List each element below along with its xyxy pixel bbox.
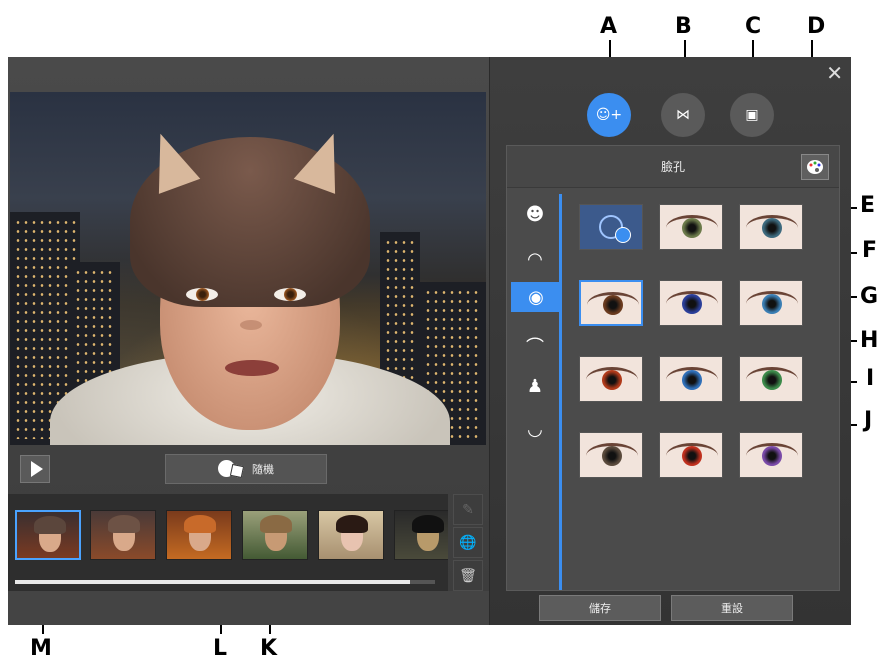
globe-download-icon (599, 215, 631, 243)
left-bottom-bar (8, 591, 489, 625)
eye-option[interactable] (739, 356, 803, 402)
eye-option[interactable] (659, 432, 723, 478)
avatar-preview[interactable] (10, 92, 486, 445)
eye-option[interactable] (739, 280, 803, 326)
avatar-eye-left (186, 288, 218, 301)
filmstrip-scrollbar-thumb[interactable] (15, 580, 410, 584)
eye-option[interactable] (659, 204, 723, 250)
filmstrip-thumb[interactable] (394, 510, 448, 560)
callout-k: K (260, 636, 278, 660)
eye-option[interactable] (659, 356, 723, 402)
face-editor-window: 隨機 ✎ 🌐 🗑 ✕ ☺+ ⋈ ▣ 臉孔 ☻ ◠ ◉ ⌒ ♟ ◡ 儲存 重設 (8, 57, 851, 625)
callout-d: D (807, 14, 826, 39)
callout-e: E (860, 193, 876, 218)
face-add-icon[interactable]: ☺+ (587, 93, 631, 137)
category-divider (559, 194, 562, 590)
filmstrip-thumb[interactable] (90, 510, 156, 560)
close-icon[interactable]: ✕ (826, 61, 843, 85)
face-panel: 臉孔 ☻ ◠ ◉ ⌒ ♟ ◡ (506, 145, 840, 591)
save-button[interactable]: 儲存 (539, 595, 661, 621)
filmstrip-tools: ✎ 🌐 🗑 (453, 494, 483, 591)
download-more-button[interactable] (579, 204, 643, 250)
callout-i: I (866, 366, 875, 391)
eye-option[interactable] (579, 432, 643, 478)
avatar-eye-right (274, 288, 306, 301)
random-dice-icon (218, 460, 245, 479)
iris (682, 218, 702, 238)
eye-option[interactable] (579, 280, 643, 326)
globe-upload-icon[interactable]: 🌐 (453, 527, 483, 558)
callout-h: H (860, 328, 879, 353)
iris (682, 294, 702, 314)
callout-j: J (864, 408, 873, 433)
face-icon[interactable]: ☻ (519, 199, 551, 229)
eyebrow-icon[interactable]: ⌒ (519, 331, 551, 361)
eye-option[interactable] (659, 280, 723, 326)
play-button[interactable] (20, 455, 50, 483)
filmstrip-thumb[interactable] (15, 510, 81, 560)
nose-icon[interactable]: ♟ (519, 371, 551, 401)
callout-m: M (30, 636, 52, 660)
iris (762, 370, 782, 390)
filmstrip-thumb[interactable] (318, 510, 384, 560)
eye-icon[interactable]: ◉ (511, 282, 561, 312)
bow-icon[interactable]: ⋈ (661, 93, 705, 137)
filmstrip-thumb[interactable] (242, 510, 308, 560)
iris (762, 446, 782, 466)
callout-a: A (600, 14, 618, 39)
palette-icon[interactable] (801, 154, 829, 180)
edit-icon[interactable]: ✎ (453, 494, 483, 525)
category-column: ☻ ◠ ◉ ⌒ ♟ ◡ (507, 189, 562, 592)
random-label: 隨機 (252, 463, 274, 476)
random-button[interactable]: 隨機 (165, 454, 327, 484)
image-icon[interactable]: ▣ (730, 93, 774, 137)
hair-icon[interactable]: ◠ (519, 244, 551, 274)
eye-option[interactable] (579, 356, 643, 402)
callout-l: L (213, 636, 228, 660)
iris (682, 370, 702, 390)
reset-button[interactable]: 重設 (671, 595, 793, 621)
callout-b: B (675, 14, 692, 39)
iris (762, 294, 782, 314)
panel-header: 臉孔 (507, 146, 839, 188)
iris (602, 370, 622, 390)
avatar-filmstrip (8, 494, 448, 591)
eye-option[interactable] (739, 204, 803, 250)
iris (762, 218, 782, 238)
avatar-nose (240, 320, 262, 330)
iris (603, 295, 623, 315)
right-pane: ✕ ☺+ ⋈ ▣ 臉孔 ☻ ◠ ◉ ⌒ ♟ ◡ 儲存 重設 (489, 57, 851, 625)
iris (602, 446, 622, 466)
eye-option[interactable] (739, 432, 803, 478)
trash-icon[interactable]: 🗑 (453, 560, 483, 591)
callout-f: F (862, 238, 878, 263)
iris (682, 446, 702, 466)
filmstrip-thumb[interactable] (166, 510, 232, 560)
panel-title: 臉孔 (660, 160, 685, 174)
lips-icon[interactable]: ◡ (519, 414, 551, 444)
callout-g: G (860, 284, 879, 309)
avatar-lips (225, 360, 279, 376)
left-pane: 隨機 ✎ 🌐 🗑 (8, 57, 489, 625)
callout-c: C (745, 14, 762, 39)
